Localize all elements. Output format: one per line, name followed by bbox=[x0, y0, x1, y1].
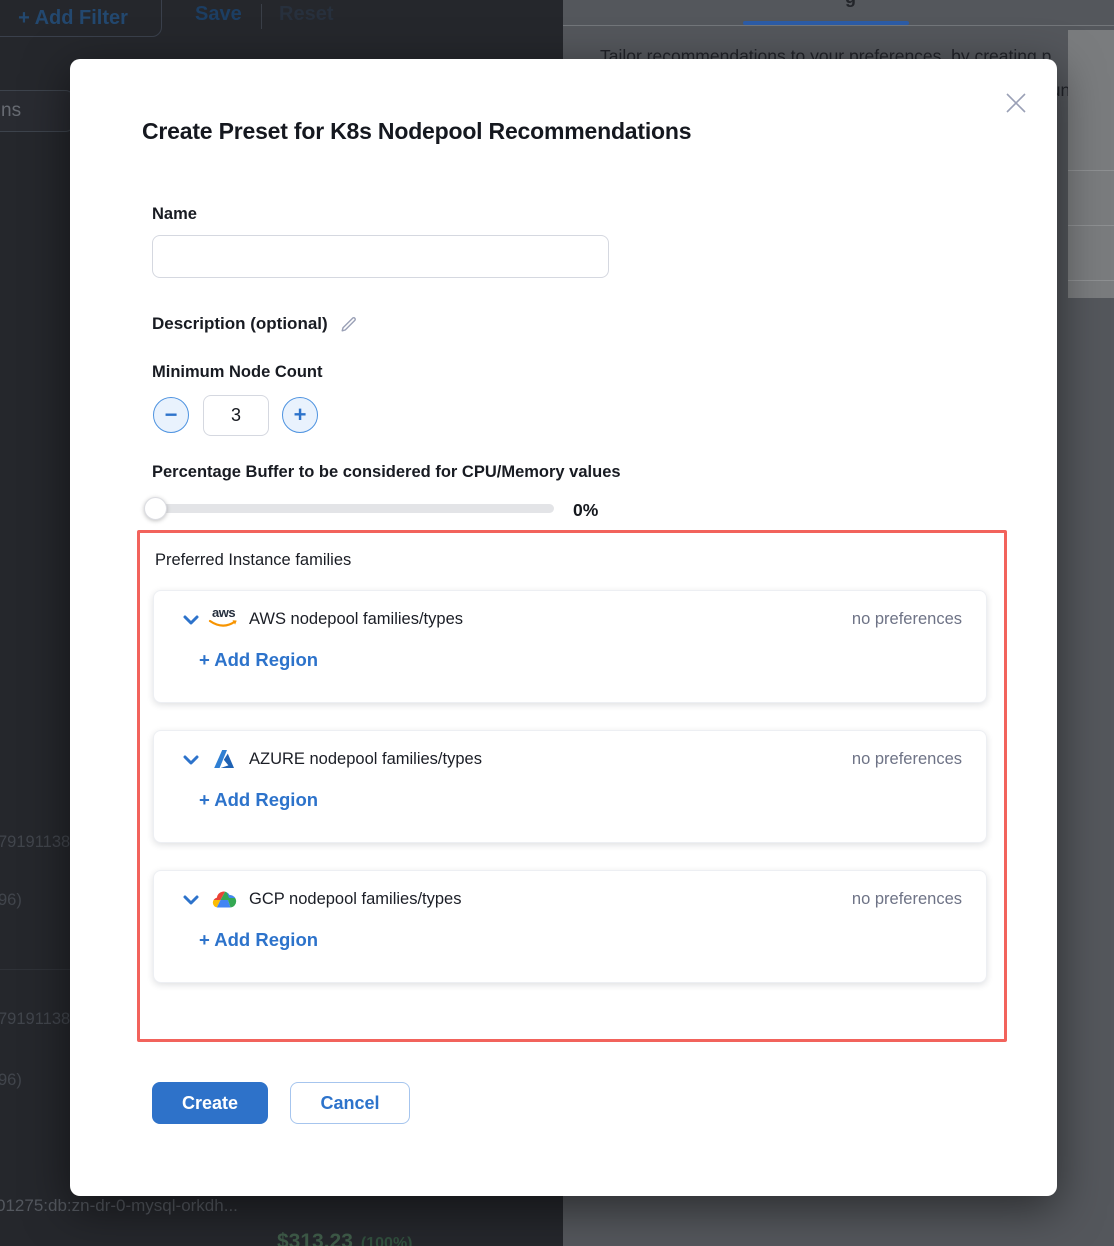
divider bbox=[0, 969, 75, 970]
minimum-node-count-label: Minimum Node Count bbox=[152, 363, 322, 382]
background-text-fragment: 79191138 bbox=[0, 833, 70, 852]
azure-logo-icon bbox=[208, 746, 240, 772]
dialog-title: Create Preset for K8s Nodepool Recommend… bbox=[142, 118, 691, 145]
background-tag: ns bbox=[0, 90, 75, 132]
chevron-down-icon[interactable] bbox=[181, 890, 201, 910]
background-tab-text-fragment: g bbox=[845, 0, 856, 8]
provider-label: AZURE nodepool families/types bbox=[249, 750, 482, 769]
buffer-slider-thumb[interactable] bbox=[144, 497, 167, 520]
divider bbox=[261, 4, 262, 29]
minimum-node-count-input[interactable] bbox=[203, 395, 269, 436]
edit-pencil-icon[interactable] bbox=[339, 314, 359, 334]
buffer-value: 0% bbox=[573, 500, 598, 521]
preferred-families-highlight-box: Preferred Instance families aws AWS node… bbox=[137, 530, 1007, 1042]
cost-percent: (100%) bbox=[361, 1235, 413, 1246]
provider-label: AWS nodepool families/types bbox=[249, 610, 463, 629]
cancel-button[interactable]: Cancel bbox=[290, 1082, 410, 1124]
provider-status: no preferences bbox=[852, 750, 962, 769]
minus-icon[interactable]: − bbox=[153, 397, 189, 433]
buffer-slider-track[interactable] bbox=[146, 504, 554, 513]
chevron-down-icon[interactable] bbox=[181, 750, 201, 770]
aws-logo-icon: aws bbox=[208, 606, 240, 632]
provider-cards: aws AWS nodepool families/types no prefe… bbox=[153, 590, 987, 1010]
save-button[interactable]: Save bbox=[195, 3, 242, 26]
active-tab-underline bbox=[743, 21, 909, 25]
create-button[interactable]: Create bbox=[152, 1082, 268, 1124]
provider-card: AZURE nodepool families/types no prefere… bbox=[153, 730, 987, 843]
preferred-families-label: Preferred Instance families bbox=[155, 551, 351, 570]
provider-status: no preferences bbox=[852, 890, 962, 909]
create-preset-dialog: Create Preset for K8s Nodepool Recommend… bbox=[70, 59, 1057, 1196]
background-cost-text: $313.23 (100%) bbox=[277, 1230, 413, 1246]
provider-label: GCP nodepool families/types bbox=[249, 890, 461, 909]
divider bbox=[1068, 170, 1114, 171]
add-region-button[interactable]: + Add Region bbox=[199, 649, 318, 671]
provider-card: aws AWS nodepool families/types no prefe… bbox=[153, 590, 987, 703]
screen: + Add Filter Save Reset ns 79191138 96) … bbox=[0, 0, 1114, 1246]
buffer-label: Percentage Buffer to be considered for C… bbox=[152, 463, 621, 482]
description-label: Description (optional) bbox=[152, 314, 328, 334]
close-icon[interactable] bbox=[1003, 90, 1029, 116]
name-label: Name bbox=[152, 205, 197, 224]
divider bbox=[563, 25, 1114, 26]
background-text-fragment: 96) bbox=[0, 891, 22, 910]
divider bbox=[1068, 280, 1114, 281]
background-table-strip bbox=[1068, 30, 1114, 298]
provider-status: no preferences bbox=[852, 610, 962, 629]
gcp-logo-icon bbox=[208, 886, 240, 912]
background-tag-text: ns bbox=[1, 100, 21, 122]
cost-amount: $313.23 bbox=[277, 1230, 353, 1246]
plus-icon[interactable]: + bbox=[282, 397, 318, 433]
name-input[interactable] bbox=[152, 235, 609, 278]
background-db-id-text: 01275:db:zn-dr-0-mysql-orkdh... bbox=[0, 1196, 238, 1216]
reset-button[interactable]: Reset bbox=[279, 3, 333, 26]
background-text-fragment: 96) bbox=[0, 1071, 22, 1090]
add-region-button[interactable]: + Add Region bbox=[199, 789, 318, 811]
background-text-fragment: 79191138 bbox=[0, 1010, 70, 1029]
chevron-down-icon[interactable] bbox=[181, 610, 201, 630]
divider bbox=[1068, 225, 1114, 226]
add-filter-button[interactable]: + Add Filter bbox=[0, 0, 162, 37]
add-region-button[interactable]: + Add Region bbox=[199, 929, 318, 951]
provider-card: GCP nodepool families/types no preferenc… bbox=[153, 870, 987, 983]
